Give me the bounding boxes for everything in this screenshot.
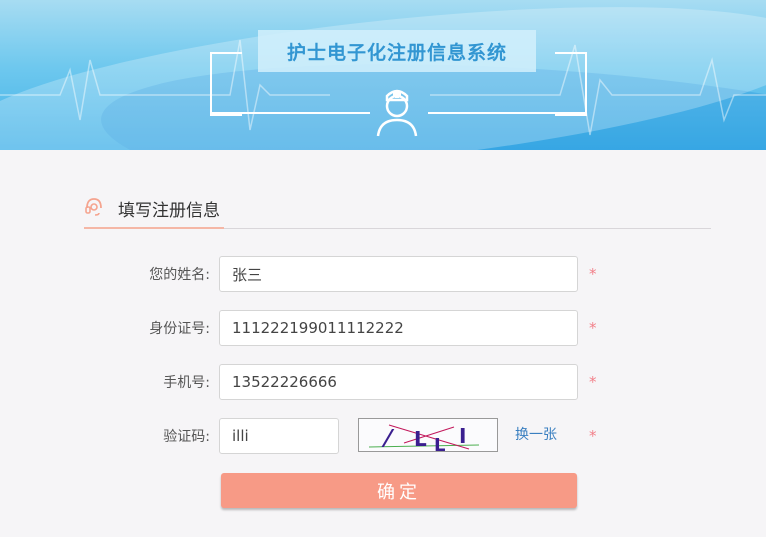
refresh-captcha-link[interactable]: 换一张 [515, 418, 557, 452]
phone-row: 手机号: * [0, 364, 766, 402]
name-row: 您的姓名: * [0, 256, 766, 294]
svg-text:I: I [459, 424, 466, 448]
required-mark: * [589, 265, 597, 283]
name-label: 您的姓名: [149, 267, 210, 283]
section-title-underline [84, 227, 224, 229]
svg-text:L: L [414, 427, 427, 451]
page: 护士电子化注册信息系统 填写注册信息 您的姓名: * 身份证号: * 手机号 [0, 0, 766, 537]
name-input[interactable] [219, 256, 578, 292]
captcha-label: 验证码: [163, 429, 210, 445]
banner-frame-bottom-left [210, 112, 370, 114]
banner-frame-bottom-right [428, 112, 587, 114]
nurse-icon [376, 89, 418, 137]
svg-text:/: / [380, 425, 396, 451]
section-header: 填写注册信息 [84, 188, 711, 229]
header-banner: 护士电子化注册信息系统 [0, 0, 766, 150]
banner-frame-left [210, 52, 242, 116]
required-mark: * [589, 319, 597, 337]
headset-icon [85, 198, 102, 216]
section-title: 填写注册信息 [118, 201, 220, 221]
required-mark: * [589, 427, 597, 445]
id-number-row: 身份证号: * [0, 310, 766, 348]
captcha-input[interactable] [219, 418, 339, 454]
captcha-image-graphic: / L L I [368, 424, 480, 452]
id-number-label: 身份证号: [149, 321, 210, 337]
phone-label: 手机号: [163, 375, 210, 391]
banner-frame-right [555, 52, 587, 116]
id-number-input[interactable] [219, 310, 578, 346]
phone-input[interactable] [219, 364, 578, 400]
captcha-image[interactable]: / L L I [358, 418, 498, 452]
submit-button[interactable]: 确定 [221, 473, 577, 508]
required-mark: * [589, 373, 597, 391]
captcha-row: 验证码: / L L I 换一张 * [0, 418, 766, 456]
app-title: 护士电子化注册信息系统 [258, 30, 536, 72]
svg-text:L: L [434, 435, 445, 452]
